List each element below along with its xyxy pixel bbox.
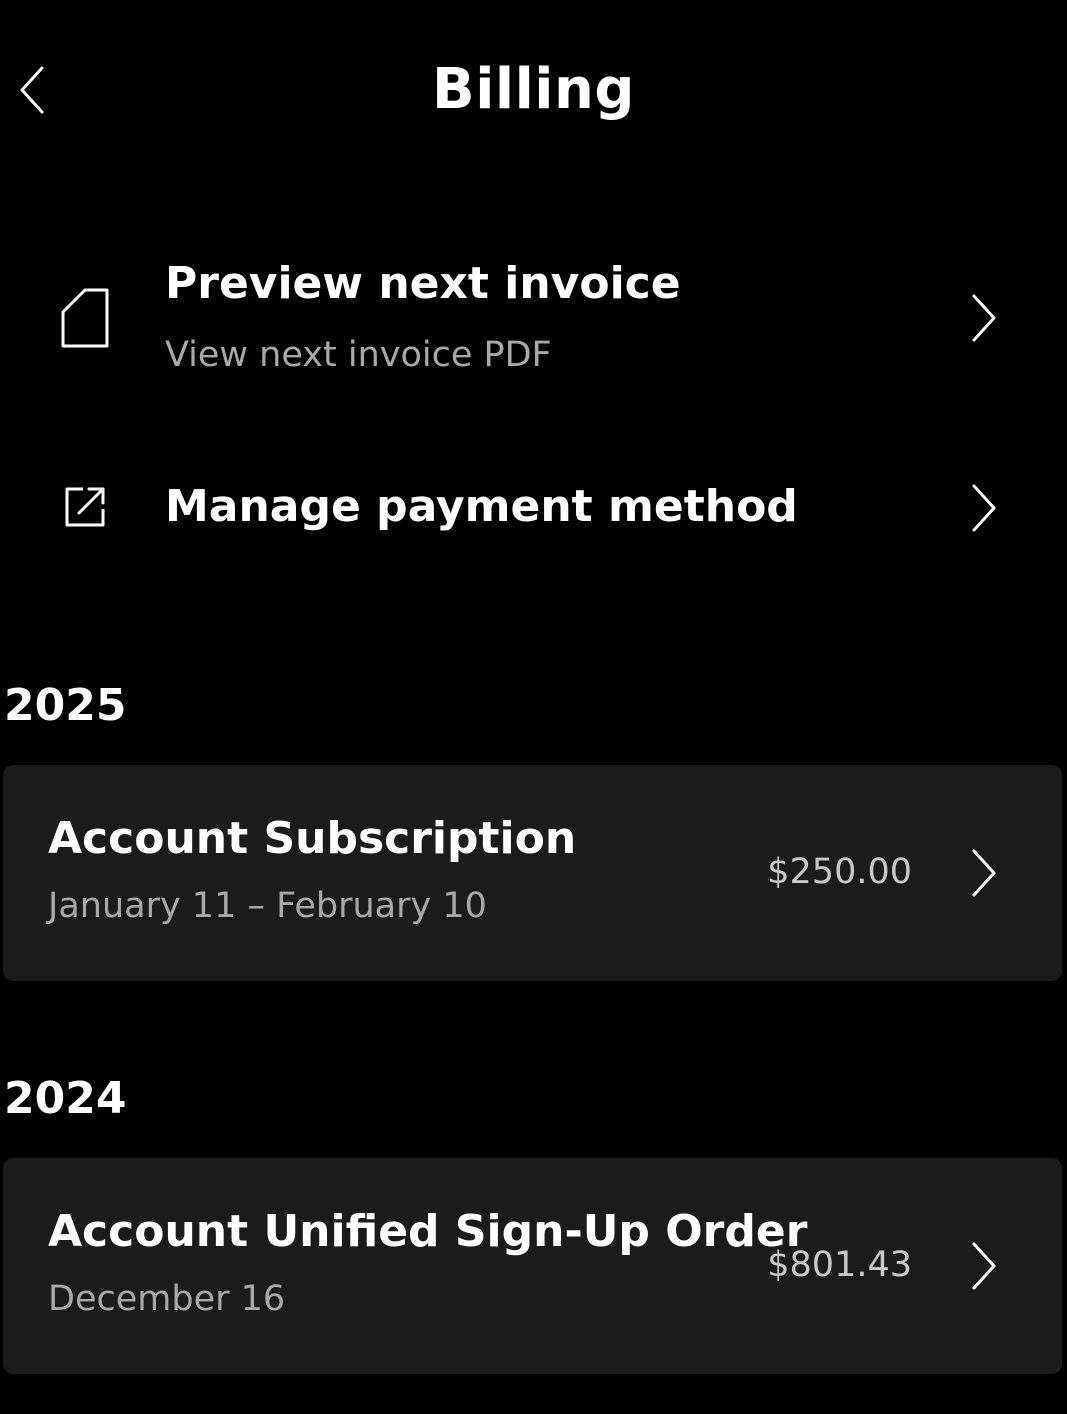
manage-payment-method-title: Manage payment method bbox=[165, 481, 798, 532]
preview-next-invoice-row[interactable]: Preview next invoice View next invoice P… bbox=[0, 250, 1067, 390]
chevron-right-icon bbox=[962, 482, 1004, 534]
billing-item-date: January 11 – February 10 bbox=[48, 886, 487, 926]
billing-item-title: Account Unified Sign-Up Order bbox=[48, 1206, 808, 1257]
chevron-right-icon bbox=[962, 1240, 1004, 1292]
year-heading: 2024 bbox=[4, 1073, 127, 1124]
billing-item-amount: $250.00 bbox=[767, 852, 912, 892]
billing-item-amount: $801.43 bbox=[767, 1245, 912, 1285]
billing-item-card[interactable]: Account Unified Sign-Up Order December 1… bbox=[3, 1158, 1062, 1374]
page-title: Billing bbox=[432, 57, 635, 122]
year-heading: 2025 bbox=[4, 680, 127, 731]
manage-payment-method-row[interactable]: Manage payment method bbox=[0, 470, 1067, 550]
external-link-icon bbox=[55, 474, 115, 540]
chevron-right-icon bbox=[962, 847, 1004, 899]
chevron-right-icon bbox=[962, 292, 1004, 344]
document-icon bbox=[55, 285, 115, 351]
preview-next-invoice-title: Preview next invoice bbox=[165, 258, 681, 309]
preview-next-invoice-subtitle: View next invoice PDF bbox=[165, 335, 552, 375]
billing-item-title: Account Subscription bbox=[48, 813, 577, 864]
billing-item-date: December 16 bbox=[48, 1279, 286, 1319]
billing-item-card[interactable]: Account Subscription January 11 – Februa… bbox=[3, 765, 1062, 981]
